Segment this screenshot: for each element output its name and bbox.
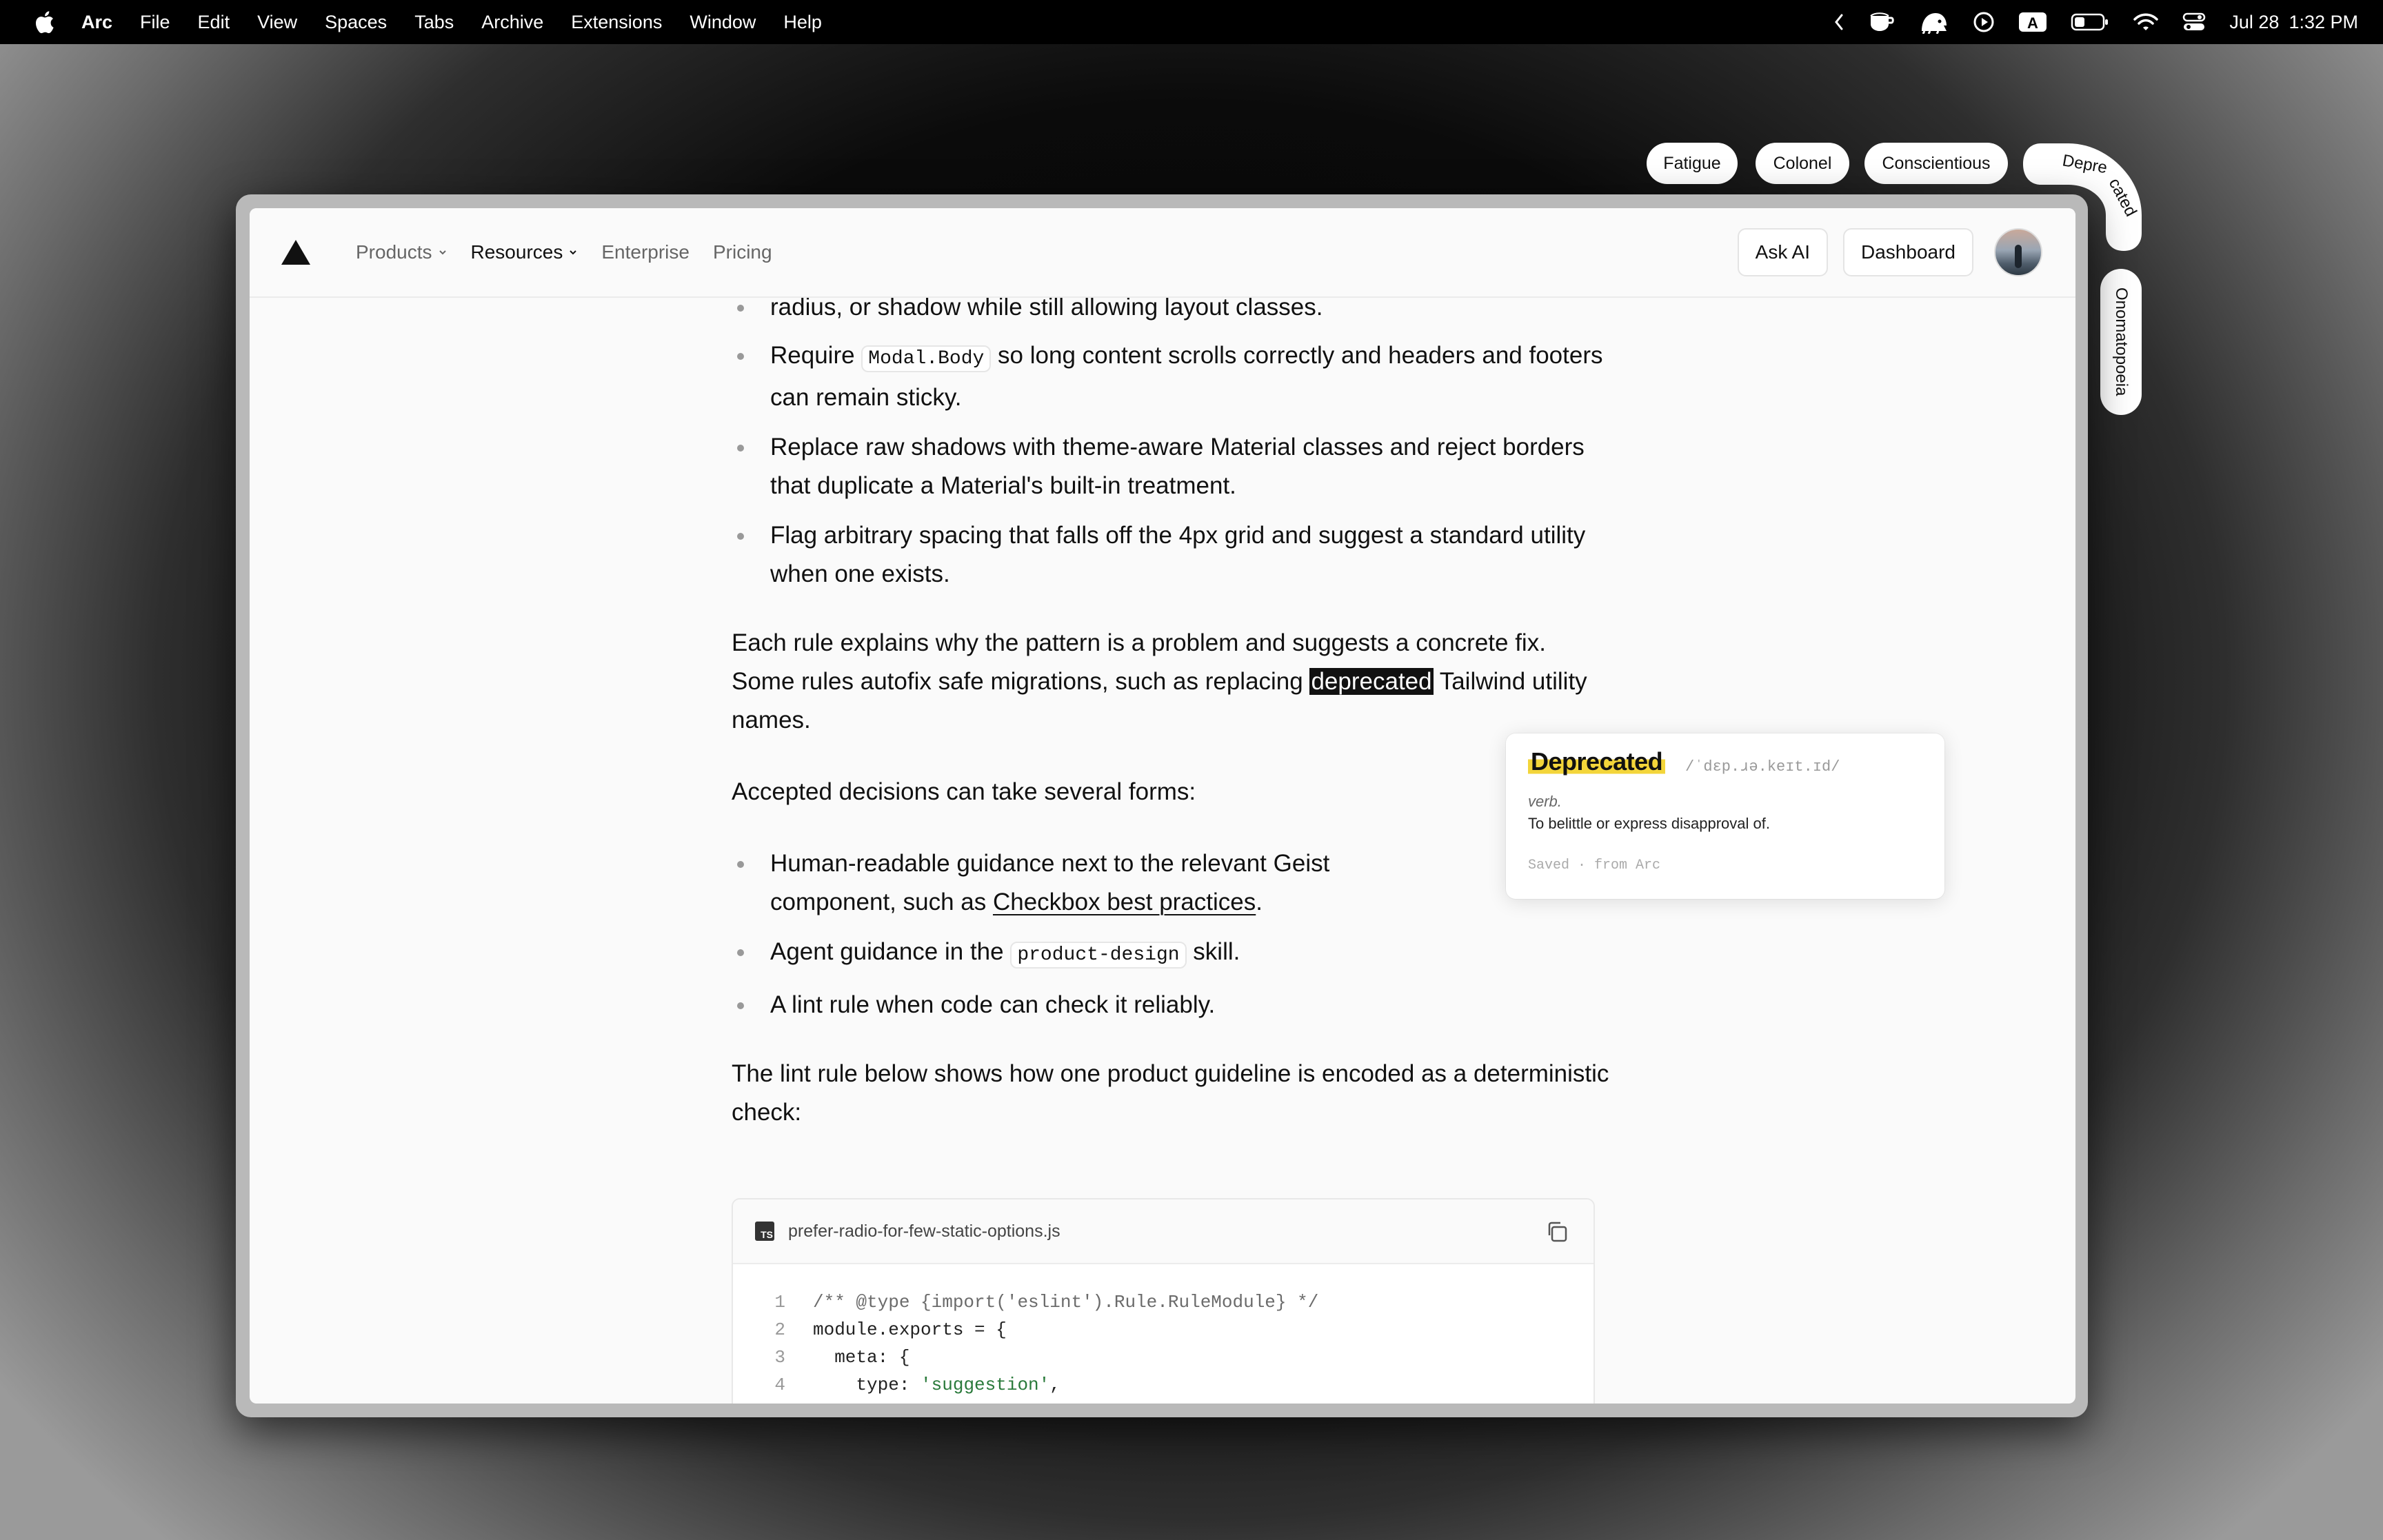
list-item-text: Agent guidance in the xyxy=(770,938,1011,965)
line-number: 2 xyxy=(774,1319,785,1340)
apple-icon[interactable] xyxy=(25,10,63,34)
code-text: /** @type {import('eslint').Rule.RuleMod… xyxy=(813,1292,1319,1313)
code-text: meta: { xyxy=(813,1347,910,1368)
nav-actions: Ask AI Dashboard xyxy=(1737,208,2042,296)
menu-tabs[interactable]: Tabs xyxy=(414,12,454,33)
coffee-cup-icon[interactable] xyxy=(1868,8,1896,36)
list-item-text: Require xyxy=(770,342,862,369)
checkbox-best-practices-link[interactable]: Checkbox best practices xyxy=(993,889,1256,915)
nav-pricing[interactable]: Pricing xyxy=(713,241,772,263)
code-line: 4 type: 'suggestion', xyxy=(733,1375,1593,1402)
battery-icon[interactable] xyxy=(2071,8,2109,36)
code-line: 2 module.exports = { xyxy=(733,1319,1593,1347)
menu-help[interactable]: Help xyxy=(783,12,822,33)
chevron-left-icon[interactable] xyxy=(1833,8,1844,36)
line-number: 1 xyxy=(774,1292,785,1313)
list-item-text: A lint rule when code can check it relia… xyxy=(770,991,1216,1018)
code-text: type: xyxy=(813,1375,921,1395)
hedgehog-icon[interactable] xyxy=(1919,8,1949,36)
list-item-text: Replace raw shadows with theme-aware Mat… xyxy=(770,434,1585,499)
code-block-header: TS prefer-radio-for-few-static-options.j… xyxy=(733,1199,1593,1264)
input-source-icon[interactable]: A xyxy=(2018,8,2047,36)
line-number: 4 xyxy=(774,1375,785,1395)
definition-text: To belittle or express disapproval of. xyxy=(1528,815,1770,832)
clock-date: Jul 28 xyxy=(2229,11,2280,32)
code-block: TS prefer-radio-for-few-static-options.j… xyxy=(732,1198,1595,1404)
user-avatar[interactable] xyxy=(1994,228,2042,276)
clock-time: 1:32 PM xyxy=(2289,11,2358,32)
list-item: Flag arbitrary spacing that falls off th… xyxy=(732,516,1614,594)
menu-archive[interactable]: Archive xyxy=(481,12,543,33)
vercel-logo-icon[interactable] xyxy=(281,240,310,268)
control-center-icon[interactable] xyxy=(2182,8,2206,36)
paragraph: Accepted decisions can take several form… xyxy=(732,778,1196,805)
copy-icon[interactable] xyxy=(1545,1220,1569,1244)
line-number: 3 xyxy=(774,1347,785,1368)
play-circle-icon[interactable] xyxy=(1973,8,1995,36)
definition-meta: Saved · from Arc xyxy=(1528,858,1661,873)
definition-phonetic: /ˈdɛp.ɹə.keɪt.ɪd/ xyxy=(1685,758,1840,776)
nav-enterprise[interactable]: Enterprise xyxy=(601,241,690,263)
menu-extensions[interactable]: Extensions xyxy=(571,12,662,33)
code-filename: prefer-radio-for-few-static-options.js xyxy=(788,1221,1060,1241)
nav-products[interactable]: Products xyxy=(356,241,448,263)
menu-clock[interactable]: Jul 28 1:32 PM xyxy=(2229,12,2358,33)
code-text: module.exports = { xyxy=(813,1319,1007,1340)
nav-resources-label: Resources xyxy=(470,241,563,263)
nav-links: Products Resources Enterprise Pricing xyxy=(356,208,772,296)
list-item-text: skill. xyxy=(1186,938,1240,965)
inline-code: product-design xyxy=(1010,942,1187,969)
word-chip-colonel[interactable]: Colonel xyxy=(1756,143,1849,184)
list-item: Human-readable guidance next to the rele… xyxy=(732,844,1460,922)
menu-window[interactable]: Window xyxy=(690,12,756,33)
menu-spaces[interactable]: Spaces xyxy=(325,12,387,33)
menu-view[interactable]: View xyxy=(257,12,297,33)
list-item-text: Flag arbitrary spacing that falls off th… xyxy=(770,522,1586,587)
paragraph: Each rule explains why the pattern is a … xyxy=(732,624,1614,740)
code-line: 1 /** @type {import('eslint').Rule.RuleMo… xyxy=(733,1292,1593,1319)
rules-list: radius, or shadow while still allowing l… xyxy=(732,288,1614,594)
list-item: Require Modal.Body so long content scrol… xyxy=(732,336,1614,417)
list-item: Replace raw shadows with theme-aware Mat… xyxy=(732,428,1614,505)
highlighted-word[interactable]: deprecated xyxy=(1309,668,1434,695)
word-chip-onomatopoeia[interactable]: Onomatopoeia xyxy=(2100,269,2142,415)
word-chip-conscientious[interactable]: Conscientious xyxy=(1864,143,2008,184)
chevron-down-icon xyxy=(570,250,577,255)
code-lines: 1 /** @type {import('eslint').Rule.RuleMo… xyxy=(733,1264,1593,1402)
code-line: 3 meta: { xyxy=(733,1347,1593,1375)
word-chip-fatigue[interactable]: Fatigue xyxy=(1647,143,1738,184)
input-source-label: A xyxy=(2027,14,2038,32)
definition-popover: Deprecated /ˈdɛp.ɹə.keɪt.ɪd/ verb. To be… xyxy=(1506,733,1944,899)
paragraph: The lint rule below shows how one produc… xyxy=(732,1060,1609,1126)
definition-word: Deprecated xyxy=(1528,747,1666,776)
code-string: 'suggestion' xyxy=(921,1375,1050,1395)
menu-app-arc[interactable]: Arc xyxy=(81,12,112,33)
code-text: , xyxy=(1049,1375,1060,1395)
menu-bar: Arc File Edit View Spaces Tabs Archive E… xyxy=(0,0,2383,44)
list-item-text: . xyxy=(1256,889,1263,915)
typescript-file-icon: TS xyxy=(755,1222,774,1241)
ask-ai-button[interactable]: Ask AI xyxy=(1737,228,1829,276)
word-chip-onomatopoeia-label: Onomatopoeia xyxy=(2112,287,2131,396)
menu-file[interactable]: File xyxy=(140,12,170,33)
list-item: A lint rule when code can check it relia… xyxy=(732,986,1614,1024)
chevron-down-icon xyxy=(439,250,446,255)
article-body: radius, or shadow while still allowing l… xyxy=(732,288,1614,1132)
nav-resources[interactable]: Resources xyxy=(471,241,579,263)
inline-code: Modal.Body xyxy=(861,345,992,372)
nav-products-label: Products xyxy=(356,241,432,263)
dashboard-button[interactable]: Dashboard xyxy=(1843,228,1973,276)
list-item: Agent guidance in the product-design ski… xyxy=(732,933,1614,975)
wifi-icon[interactable] xyxy=(2133,8,2159,36)
definition-part-of-speech: verb. xyxy=(1528,793,1562,810)
decisions-list: Human-readable guidance next to the rele… xyxy=(732,844,1614,1024)
menu-edit[interactable]: Edit xyxy=(198,12,230,33)
site-navbar: Products Resources Enterprise Pricing As… xyxy=(250,208,2075,298)
